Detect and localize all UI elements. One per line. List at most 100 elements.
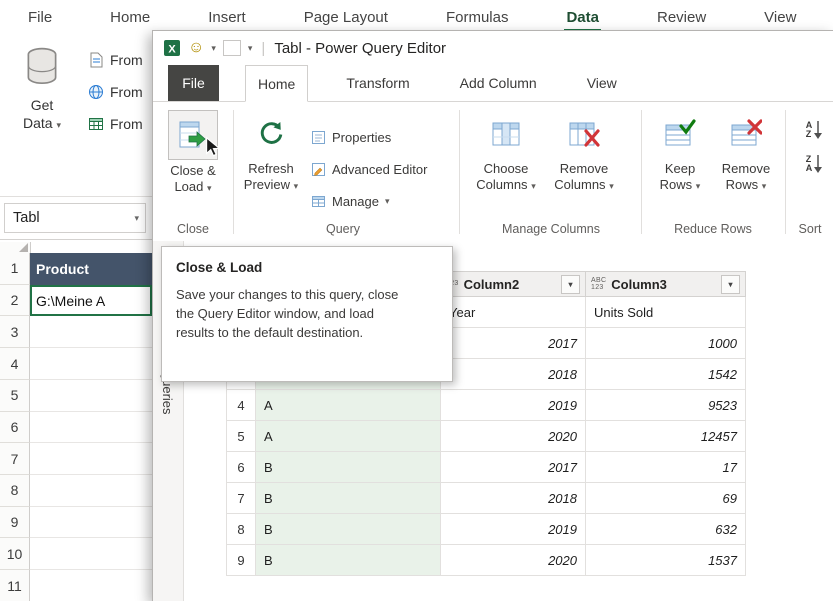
pq-cell[interactable]: A bbox=[256, 421, 441, 452]
pq-cell[interactable]: B bbox=[256, 545, 441, 576]
keep-rows-button[interactable]: Keep Rows ▾ bbox=[651, 110, 709, 194]
cell-a2-selected[interactable]: G:\Meine A bbox=[30, 285, 152, 317]
excel-row-number[interactable]: 7 bbox=[0, 443, 30, 475]
excel-tab-data[interactable]: Data bbox=[564, 3, 601, 32]
excel-cell[interactable] bbox=[30, 412, 152, 444]
pq-cell[interactable]: 69 bbox=[586, 483, 746, 514]
pq-tab-home[interactable]: Home bbox=[245, 65, 308, 102]
pq-cell[interactable]: 1542 bbox=[586, 359, 746, 390]
pq-cell[interactable]: A bbox=[256, 390, 441, 421]
pq-cell[interactable]: 1537 bbox=[586, 545, 746, 576]
pq-cell[interactable]: 17 bbox=[586, 452, 746, 483]
properties-button[interactable]: Properties bbox=[311, 124, 391, 150]
pq-cell[interactable]: 2020 bbox=[441, 421, 586, 452]
pq-cell[interactable]: 632 bbox=[586, 514, 746, 545]
excel-row-number[interactable]: 2 bbox=[0, 285, 30, 317]
excel-row-number[interactable]: 5 bbox=[0, 380, 30, 412]
pq-cell[interactable]: 2018 bbox=[441, 359, 586, 390]
excel-cell[interactable] bbox=[30, 507, 152, 539]
dropdown-caret-icon: ▾ bbox=[696, 181, 701, 191]
excel-tab-review[interactable]: Review bbox=[655, 3, 708, 32]
excel-cell[interactable] bbox=[30, 570, 152, 601]
pq-cell[interactable]: Units Sold bbox=[586, 297, 746, 328]
close-and-load-button[interactable]: Close & Load ▾ bbox=[161, 110, 225, 196]
pq-cell[interactable]: 9523 bbox=[586, 390, 746, 421]
pq-tab-view[interactable]: View bbox=[575, 65, 629, 101]
sort-descending-button[interactable]: ZA bbox=[799, 150, 829, 178]
formula-bar-divider bbox=[0, 239, 152, 240]
excel-cell[interactable] bbox=[30, 380, 152, 412]
pq-cell[interactable]: 2020 bbox=[441, 545, 586, 576]
excel-tab-file[interactable]: File bbox=[26, 3, 54, 32]
dropdown-caret-icon[interactable]: ▾ bbox=[211, 43, 216, 54]
advanced-editor-button[interactable]: Advanced Editor bbox=[311, 156, 427, 182]
quick-access-button[interactable] bbox=[223, 40, 241, 56]
excel-tab-view[interactable]: View bbox=[762, 3, 798, 32]
refresh-preview-button[interactable]: Refresh Preview ▾ bbox=[239, 110, 303, 194]
excel-tab-home[interactable]: Home bbox=[108, 3, 152, 32]
remove-rows-button[interactable]: Remove Rows ▾ bbox=[713, 110, 779, 194]
excel-row-number[interactable]: 10 bbox=[0, 538, 30, 570]
excel-cell[interactable] bbox=[30, 443, 152, 475]
pq-cell[interactable]: 2019 bbox=[441, 390, 586, 421]
excel-row: 5 bbox=[0, 380, 152, 412]
pq-row-number[interactable]: 6 bbox=[226, 452, 256, 483]
name-box-value: Tabl bbox=[13, 210, 40, 226]
excel-cell[interactable] bbox=[30, 316, 152, 348]
filter-dropdown-icon[interactable]: ▾ bbox=[561, 275, 580, 294]
manage-button[interactable]: Manage ▾ bbox=[311, 188, 390, 214]
pq-cell[interactable]: Year bbox=[441, 297, 586, 328]
pq-tab-add-column[interactable]: Add Column bbox=[448, 65, 549, 101]
feedback-smiley-icon[interactable]: ☺ bbox=[188, 40, 204, 56]
cell-a1-product-header[interactable]: Product bbox=[30, 253, 152, 285]
excel-tab-page-layout[interactable]: Page Layout bbox=[302, 3, 390, 32]
pq-row-number[interactable]: 5 bbox=[226, 421, 256, 452]
pq-cell[interactable]: 1000 bbox=[586, 328, 746, 359]
excel-cell[interactable] bbox=[30, 348, 152, 380]
qat-customize-caret-icon[interactable]: ▾ bbox=[248, 43, 253, 54]
filter-dropdown-icon[interactable]: ▾ bbox=[721, 275, 740, 294]
pq-row-number[interactable]: 7 bbox=[226, 483, 256, 514]
excel-tab-formulas[interactable]: Formulas bbox=[444, 3, 511, 32]
pq-cell[interactable]: 2017 bbox=[441, 328, 586, 359]
excel-row-number[interactable]: 8 bbox=[0, 475, 30, 507]
from-text-csv-button[interactable]: From bbox=[88, 50, 150, 70]
pq-column-header[interactable]: 123Column2▾ bbox=[441, 271, 586, 297]
excel-row-number[interactable]: 6 bbox=[0, 412, 30, 444]
pq-column-header[interactable]: ABC123Column3▾ bbox=[586, 271, 746, 297]
excel-row-number[interactable]: 1 bbox=[0, 253, 30, 285]
excel-row: 6 bbox=[0, 412, 152, 444]
excel-tab-insert[interactable]: Insert bbox=[206, 3, 248, 32]
excel-row-number[interactable]: 4 bbox=[0, 348, 30, 380]
pq-cell[interactable]: 2017 bbox=[441, 452, 586, 483]
pq-cell[interactable]: B bbox=[256, 514, 441, 545]
column-type-icon[interactable]: ABC123 bbox=[591, 277, 606, 292]
excel-row-number[interactable]: 3 bbox=[0, 316, 30, 348]
from-table-button[interactable]: From bbox=[88, 114, 150, 134]
pq-row-number[interactable]: 8 bbox=[226, 514, 256, 545]
excel-row-number[interactable]: 9 bbox=[0, 507, 30, 539]
from-web-button[interactable]: From bbox=[88, 82, 150, 102]
pq-cell[interactable]: B bbox=[256, 483, 441, 514]
excel-cell[interactable] bbox=[30, 475, 152, 507]
pq-row-number[interactable]: 4 bbox=[226, 390, 256, 421]
excel-grid: 1234567891011 Product G:\Meine A bbox=[0, 242, 152, 601]
pq-cell[interactable]: 2019 bbox=[441, 514, 586, 545]
remove-columns-button[interactable]: Remove Columns ▾ bbox=[547, 110, 621, 194]
pq-row-number[interactable]: 9 bbox=[226, 545, 256, 576]
pq-table-row: 9B20201537 bbox=[226, 545, 746, 576]
pq-cell[interactable]: 2018 bbox=[441, 483, 586, 514]
get-data-button[interactable]: Get Data ▾ bbox=[8, 44, 76, 134]
pq-cell[interactable]: 12457 bbox=[586, 421, 746, 452]
excel-row: 11 bbox=[0, 570, 152, 601]
sort-ascending-button[interactable]: AZ bbox=[799, 116, 829, 144]
name-box-caret-icon[interactable]: ▾ bbox=[134, 213, 145, 224]
name-box[interactable]: Tabl ▾ bbox=[4, 203, 146, 233]
excel-cell[interactable] bbox=[30, 538, 152, 570]
pq-tab-transform[interactable]: Transform bbox=[334, 65, 421, 101]
choose-columns-button[interactable]: Choose Columns ▾ bbox=[471, 110, 541, 194]
pq-tab-file[interactable]: File bbox=[168, 65, 219, 101]
excel-row-number[interactable]: 11 bbox=[0, 570, 30, 601]
pq-cell[interactable]: B bbox=[256, 452, 441, 483]
dropdown-caret-icon: ▾ bbox=[762, 181, 767, 191]
